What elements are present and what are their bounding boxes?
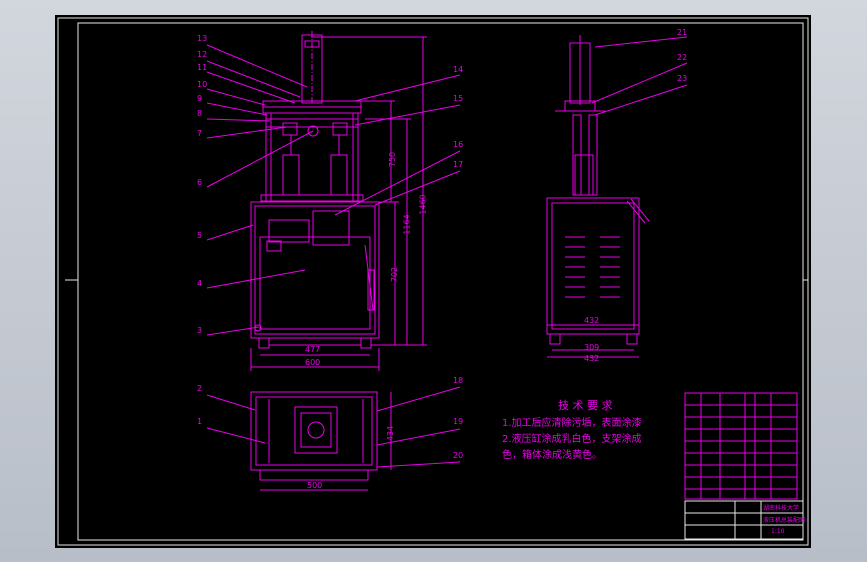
side-view [546, 35, 650, 358]
part-label: 6 [197, 178, 203, 187]
part-label: 13 [197, 34, 208, 43]
dim-600: 600 [305, 358, 321, 367]
part-label: 10 [197, 80, 208, 89]
part-label: 3 [197, 326, 203, 335]
scale-label: 1:10 [771, 528, 785, 535]
part-label: 15 [453, 94, 464, 103]
dim-477: 477 [305, 345, 321, 354]
part-label: 14 [453, 65, 464, 74]
part-label: 11 [197, 63, 208, 72]
outer-frame [57, 17, 809, 546]
notes-title: 技 术 要 求 [558, 399, 613, 412]
part-label: 5 [197, 231, 203, 240]
part-label: 1 [197, 417, 203, 426]
part-label: 20 [453, 451, 464, 460]
dim-500: 500 [307, 481, 323, 490]
school-name: 湖南科技大学 [763, 505, 800, 512]
drawing-name: 液压机总装配图 [763, 517, 806, 524]
notes-line2: 2.液压缸涂成乳白色，支架涂成 [502, 434, 642, 445]
dim-702: 702 [390, 266, 400, 283]
front-view [250, 31, 427, 371]
drawing-sheet: 13 12 11 10 9 8 7 6 5 4 3 2 1 14 15 16 1… [55, 15, 811, 548]
part-label: 4 [197, 279, 203, 288]
dim-432-bottom: 432 [584, 354, 600, 363]
part-label: 18 [453, 376, 464, 385]
part-label: 12 [197, 50, 208, 59]
notes-line3: 色，箱体涂成浅黄色。 [502, 450, 602, 461]
part-label: 7 [197, 129, 203, 138]
dim-1460: 1460 [418, 194, 428, 215]
inner-frame [77, 22, 804, 541]
dim-1164: 1164 [402, 214, 412, 235]
part-label: 2 [197, 384, 203, 393]
part-label: 22 [677, 53, 688, 62]
notes-line1: 1.加工后应清除污垢，表面涂漆 [502, 418, 642, 429]
dim-434: 434 [386, 425, 396, 442]
side-vents [565, 236, 620, 298]
dim-750: 750 [388, 151, 398, 168]
part-label: 17 [453, 160, 464, 169]
dim-432-top: 432 [584, 316, 600, 325]
part-label: 19 [453, 417, 464, 426]
cad-drawing [57, 17, 809, 546]
part-label: 9 [197, 94, 203, 103]
part-label: 21 [677, 28, 688, 37]
part-label: 8 [197, 109, 203, 118]
part-label: 23 [677, 74, 688, 83]
part-label: 16 [453, 140, 464, 149]
dim-309: 309 [584, 343, 600, 352]
plan-view [250, 391, 392, 491]
